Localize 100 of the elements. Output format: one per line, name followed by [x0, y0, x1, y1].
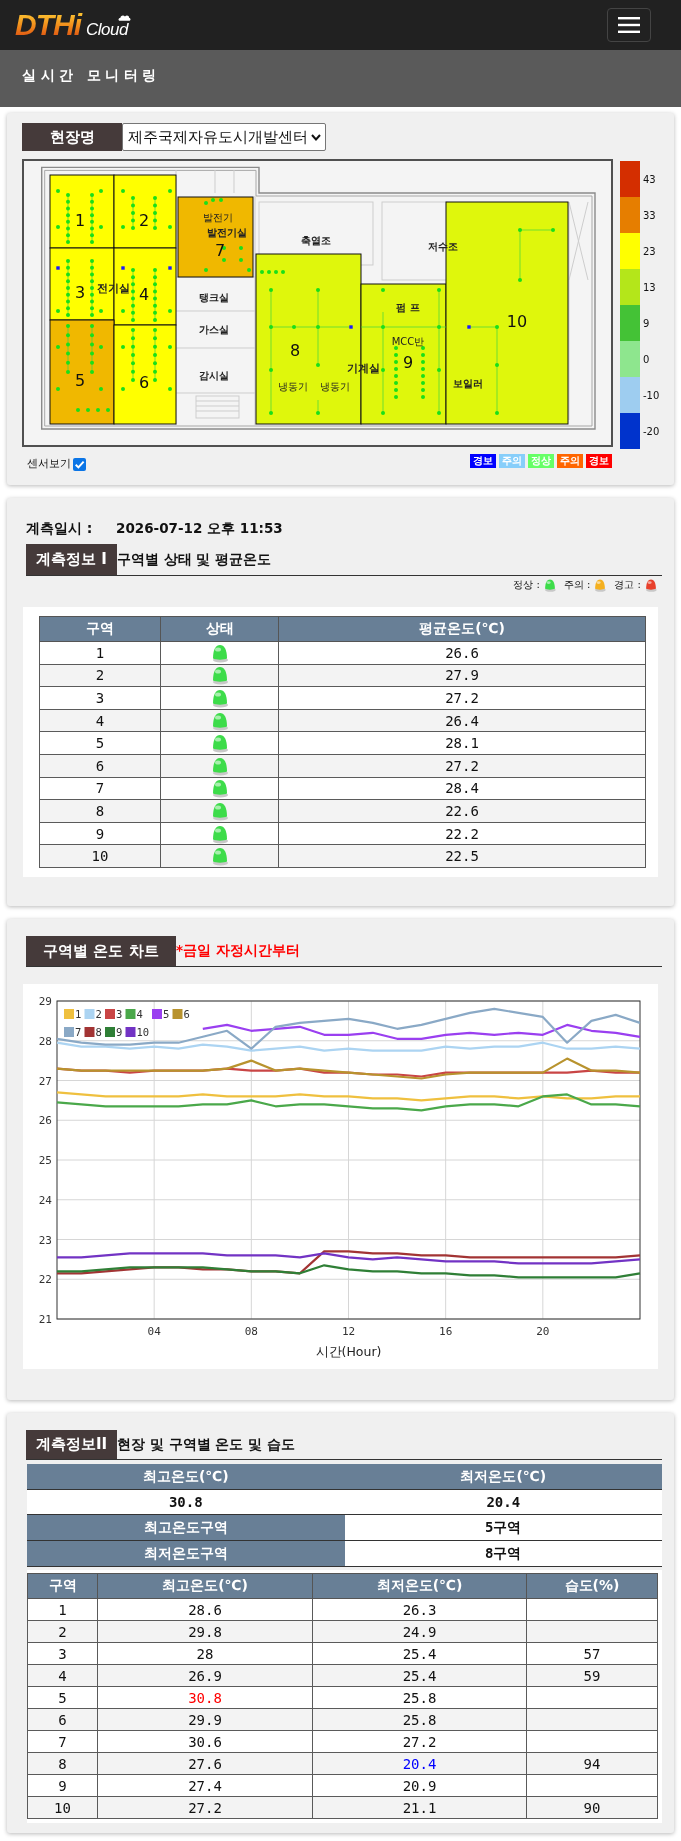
y-tick-label: 26 [38, 1114, 52, 1128]
table-cell: 30.8 [97, 1686, 313, 1709]
scale-label: 33 [643, 209, 656, 221]
column-header: 습도(%) [526, 1573, 658, 1599]
y-tick-label: 27 [38, 1074, 52, 1088]
legend-label: 8 [95, 1026, 102, 1038]
table-cell: 25.4 [312, 1664, 527, 1687]
table-cell: 10 [27, 1796, 98, 1819]
y-tick-label: 22 [38, 1273, 52, 1287]
table-cell: 1 [27, 1598, 98, 1621]
x-tick-label: 12 [341, 1325, 356, 1338]
x-tick-label: 04 [147, 1325, 161, 1338]
table-cell: 5 [39, 731, 161, 755]
room-label: 감시실 [199, 369, 229, 381]
y-tick-label: 24 [38, 1193, 52, 1207]
room-label: 보일러 [453, 377, 483, 389]
legend-label: 5 [163, 1008, 170, 1020]
page-title: 실시간 모니터링 [22, 66, 161, 85]
table-cell: 6 [39, 754, 161, 778]
column-header: 최저온도(℃) [312, 1573, 527, 1599]
legend-label: 10 [136, 1026, 150, 1038]
column-header: 상태 [160, 616, 279, 642]
zone-number: 10 [506, 312, 528, 331]
table-cell: 5 [27, 1686, 98, 1709]
table-cell: 8 [39, 799, 161, 823]
table-cell: 29.8 [97, 1620, 313, 1643]
table-cell: 5구역 [344, 1514, 662, 1541]
measurement-time-label: 계측일시 : [26, 520, 94, 538]
table-cell: 3 [39, 686, 161, 710]
chevron-down-icon [311, 133, 321, 141]
column-header: 최저온도(℃) [344, 1464, 662, 1490]
legend-label: 9 [116, 1026, 123, 1038]
legend-label: 2 [95, 1008, 102, 1020]
table-cell: 25.8 [312, 1686, 527, 1709]
section-tag: 계측정보II [26, 1430, 118, 1459]
scale-label: 13 [643, 281, 656, 293]
room-label: MCC반 [391, 335, 425, 347]
y-tick-label: 21 [38, 1313, 52, 1326]
column-header: 평균온도(℃) [278, 616, 646, 642]
table-cell: 1 [39, 641, 161, 665]
table-cell: 25.4 [312, 1642, 527, 1665]
table-cell: 9 [27, 1774, 98, 1797]
zone-number: 4 [138, 285, 150, 304]
table-cell: 21.1 [312, 1796, 527, 1819]
table-cell: 26.9 [97, 1664, 313, 1687]
table-cell: 27.6 [97, 1752, 313, 1775]
column-header: 구역 [39, 616, 161, 642]
table-cell: 2 [39, 664, 161, 687]
table-cell: 2 [27, 1620, 98, 1643]
table-cell: 27.4 [97, 1774, 313, 1797]
table-cell: 26.3 [312, 1598, 527, 1621]
alert-level-tag: 주의 [499, 454, 525, 468]
table-cell: 27.2 [278, 754, 646, 778]
room-label: 냉동기 [320, 380, 350, 392]
table-cell: 22.6 [278, 799, 646, 823]
scale-label: 9 [643, 317, 650, 329]
table-cell: 20.9 [312, 1774, 527, 1797]
table-cell: 20.4 [344, 1489, 662, 1515]
table-cell: 25.8 [312, 1708, 527, 1731]
table-cell: 26.6 [278, 641, 646, 665]
table-cell: 6 [27, 1708, 98, 1731]
table-cell: 28.6 [97, 1598, 313, 1621]
zone-number: 8 [289, 341, 301, 360]
legend-label: 4 [136, 1008, 143, 1020]
column-header: 구역 [27, 1573, 98, 1599]
table-cell: 9 [39, 822, 161, 845]
alert-level-tag: 경보 [470, 454, 496, 468]
table-cell: 3 [27, 1642, 98, 1665]
status-legend-label: 정상 : [513, 578, 540, 592]
legend-label: 3 [116, 1008, 123, 1020]
zone-number: 6 [138, 373, 150, 392]
sensor-view-checkbox[interactable] [73, 457, 86, 471]
table-cell: 24.9 [312, 1620, 527, 1643]
table-cell: 27.9 [278, 664, 646, 687]
alert-level-tag: 경보 [586, 454, 612, 468]
site-select[interactable]: 제주국제자유도시개발센터 [122, 123, 326, 151]
sensor-layout-drawing [121, 189, 172, 230]
zone-number: 9 [402, 353, 414, 372]
cloud-icon [117, 14, 131, 21]
zone-number: 7 [214, 241, 226, 260]
zone-number: 2 [138, 211, 150, 230]
logo-suffix: Cloud [86, 19, 128, 41]
room-label: 펌 프 [396, 301, 420, 313]
table-cell: 30.6 [97, 1730, 313, 1753]
table-cell: 27.2 [312, 1730, 527, 1753]
x-axis-label: 시간(Hour) [315, 1344, 382, 1359]
status-legend-label: 경고 : [614, 578, 641, 592]
table-cell: 20.4 [312, 1752, 527, 1775]
scale-label: 43 [643, 173, 656, 185]
zone-number: 5 [74, 371, 86, 390]
menu-button[interactable] [607, 8, 651, 42]
x-tick-label: 08 [244, 1325, 258, 1338]
y-tick-label: 28 [38, 1034, 52, 1048]
table-cell: 8 [27, 1752, 98, 1775]
legend-label: 7 [75, 1026, 82, 1038]
measurement-time: 2026-07-12 오후 11:53 [116, 520, 283, 538]
table-cell: 4 [39, 709, 161, 732]
room-label: 축열조 [301, 234, 331, 246]
table-cell: 7 [39, 777, 161, 800]
room-label: 냉동기 [278, 380, 308, 392]
